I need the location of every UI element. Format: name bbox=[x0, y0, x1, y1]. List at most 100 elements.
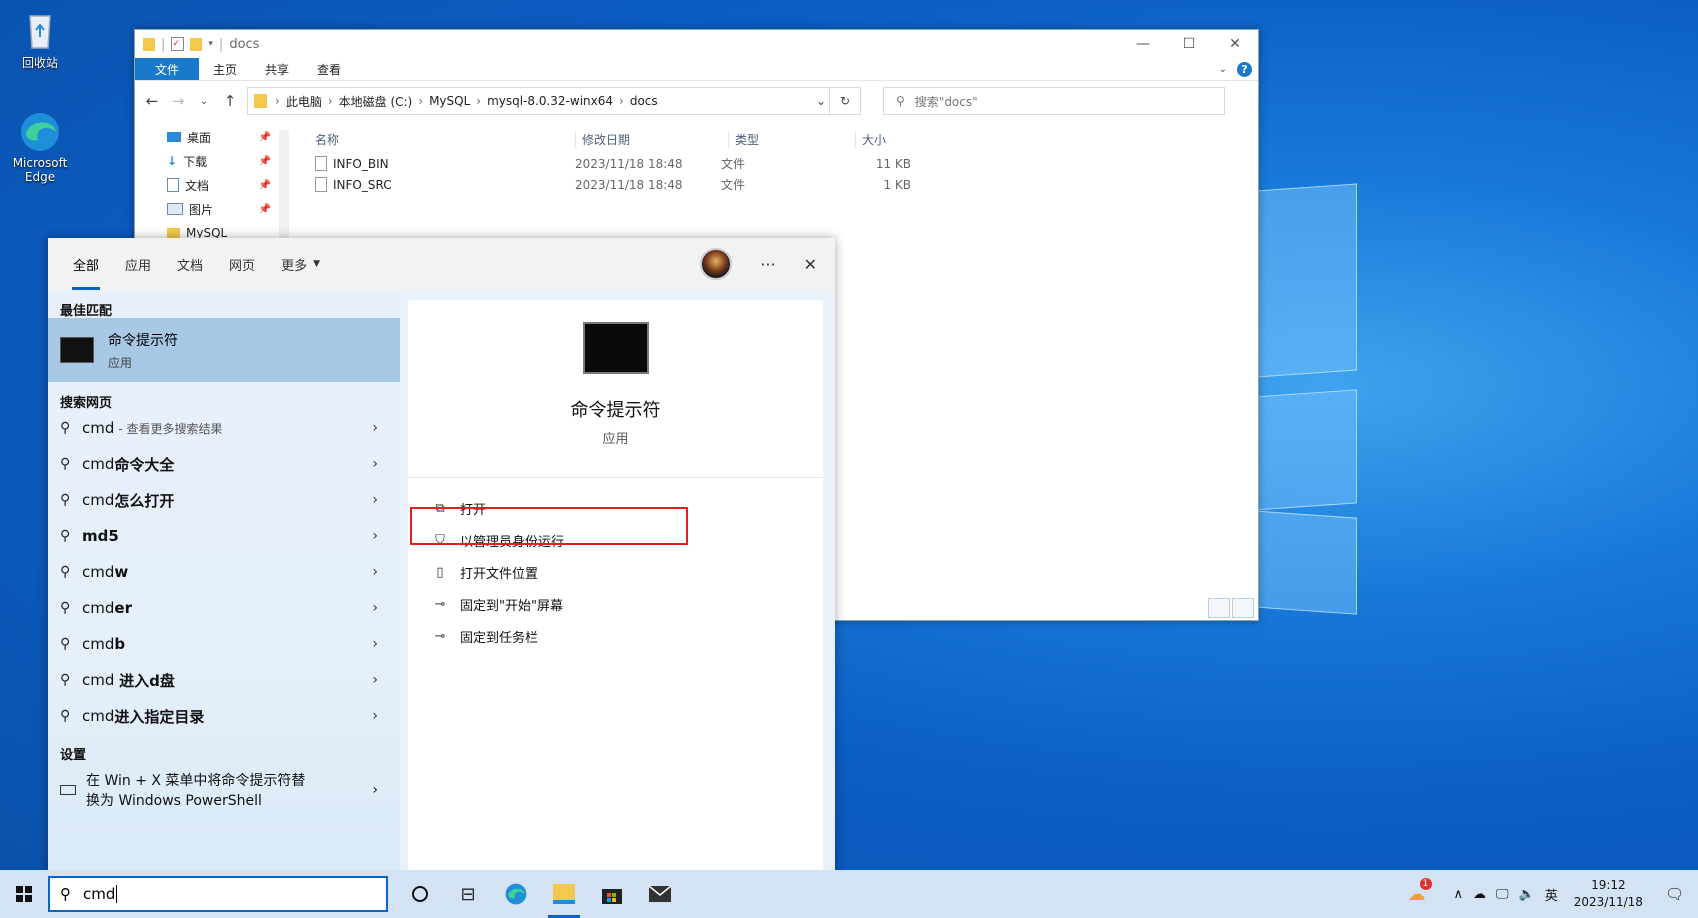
avatar[interactable] bbox=[700, 248, 733, 280]
web-result[interactable]: ⚲ cmd 进入d盘 › bbox=[48, 662, 400, 698]
column-name[interactable]: 名称 bbox=[299, 131, 575, 148]
file-name: INFO_BIN bbox=[333, 156, 389, 171]
address-dropdown-icon[interactable]: ⌄ bbox=[816, 94, 826, 108]
task-view-button[interactable]: ⊟ bbox=[444, 870, 492, 918]
ime-indicator[interactable]: 英 bbox=[1545, 885, 1558, 904]
column-type[interactable]: 类型 bbox=[728, 130, 855, 148]
taskbar-file-explorer[interactable] bbox=[540, 870, 588, 918]
cortana-button[interactable] bbox=[396, 870, 444, 918]
taskbar-store[interactable] bbox=[588, 870, 636, 918]
column-date[interactable]: 修改日期 bbox=[575, 130, 728, 148]
nav-item-documents[interactable]: 文档 📌 bbox=[135, 173, 285, 197]
address-bar[interactable]: › 此电脑 › 本地磁盘 (C:) › MySQL › mysql-8.0.32… bbox=[247, 87, 861, 115]
explorer-search-box[interactable]: ⚲ 搜索"docs" bbox=[883, 87, 1225, 115]
nav-scrollbar[interactable] bbox=[279, 130, 289, 250]
nav-label: 文档 bbox=[185, 178, 210, 193]
help-icon[interactable]: ? bbox=[1237, 61, 1252, 77]
best-match-item[interactable]: 命令提示符 应用 bbox=[48, 318, 400, 382]
ribbon-tabs: 文件 主页 共享 查看 ⌄ ? bbox=[135, 58, 1258, 81]
action-pin-to-taskbar[interactable]: ⊸ 固定到任务栏 bbox=[408, 620, 823, 652]
clock[interactable]: 19:12 2023/11/18 bbox=[1574, 877, 1643, 911]
chevron-up-icon[interactable]: ∧ bbox=[1454, 887, 1464, 902]
file-row[interactable]: INFO_SRC 2023/11/18 18:48 文件 1 KB bbox=[299, 174, 1019, 195]
tab-apps[interactable]: 应用 bbox=[112, 238, 164, 290]
expand-ribbon-icon[interactable]: ⌄ bbox=[1219, 64, 1227, 75]
tab-view[interactable]: 查看 bbox=[303, 58, 355, 80]
tab-documents[interactable]: 文档 bbox=[164, 238, 216, 290]
nav-item-desktop[interactable]: 桌面 📌 bbox=[135, 125, 285, 149]
onedrive-icon[interactable]: ☁ bbox=[1473, 887, 1486, 902]
close-icon[interactable]: ✕ bbox=[804, 255, 817, 274]
tab-more[interactable]: 更多 ▼ bbox=[268, 238, 333, 290]
tab-file[interactable]: 文件 bbox=[135, 58, 200, 80]
up-arrow-icon[interactable]: ↑ bbox=[221, 92, 239, 110]
web-result[interactable]: ⚲ cmd er › bbox=[48, 590, 400, 626]
separator: | bbox=[218, 36, 224, 52]
web-result[interactable]: ⚲ md5 › bbox=[48, 518, 400, 554]
download-icon: ↓ bbox=[167, 154, 178, 168]
settings-result[interactable]: 在 Win + X 菜单中将命令提示符替 换为 Windows PowerShe… bbox=[48, 762, 400, 818]
nav-item-pictures[interactable]: 图片 📌 bbox=[135, 197, 285, 221]
taskbar-edge[interactable] bbox=[492, 870, 540, 918]
network-icon[interactable]: 🖵 bbox=[1496, 887, 1509, 902]
breadcrumb-local-disk[interactable]: 本地磁盘 (C:) bbox=[335, 93, 417, 110]
file-date: 2023/11/18 18:48 bbox=[575, 177, 683, 192]
properties-icon[interactable]: ✓ bbox=[171, 37, 185, 51]
back-arrow-icon[interactable]: ← bbox=[143, 92, 161, 110]
refresh-icon[interactable]: ↻ bbox=[829, 88, 860, 114]
breadcrumb-mysql[interactable]: MySQL bbox=[425, 94, 474, 108]
result-bold: w bbox=[114, 563, 129, 581]
more-options-icon[interactable]: ··· bbox=[760, 255, 775, 274]
action-pin-to-start[interactable]: ⊸ 固定到"开始"屏幕 bbox=[408, 588, 823, 620]
tab-web[interactable]: 网页 bbox=[216, 238, 268, 290]
taskbar-mail[interactable] bbox=[636, 870, 684, 918]
search-icon: ⚲ bbox=[60, 456, 71, 472]
large-icons-view-button[interactable] bbox=[1232, 598, 1254, 618]
column-size[interactable]: 大小 bbox=[855, 130, 932, 148]
action-open-file-location[interactable]: ▯ 打开文件位置 bbox=[408, 556, 823, 588]
search-icon: ⚲ bbox=[896, 94, 905, 108]
forward-arrow-icon[interactable]: → bbox=[169, 92, 187, 110]
result-prefix: cmd bbox=[82, 419, 115, 437]
web-result[interactable]: ⚲ cmd b › bbox=[48, 626, 400, 662]
recycle-bin-desktop-icon[interactable]: 回收站 bbox=[0, 8, 80, 71]
chevron-right-icon: › bbox=[372, 492, 378, 508]
web-result[interactable]: ⚲ cmd w › bbox=[48, 554, 400, 590]
file-row[interactable]: INFO_BIN 2023/11/18 18:48 文件 11 KB bbox=[299, 153, 1019, 174]
windows-start-icon bbox=[16, 886, 32, 902]
start-button[interactable] bbox=[0, 870, 48, 918]
maximize-button[interactable]: ☐ bbox=[1166, 36, 1212, 52]
breadcrumb-docs[interactable]: docs bbox=[626, 94, 662, 108]
nav-item-downloads[interactable]: ↓ 下载 📌 bbox=[135, 149, 285, 173]
recent-locations-icon[interactable]: ⌄ bbox=[195, 96, 213, 107]
cortana-icon bbox=[412, 886, 428, 902]
customize-qa-icon[interactable]: ▾ bbox=[208, 39, 213, 49]
tab-home[interactable]: 主页 bbox=[199, 58, 251, 80]
file-explorer-icon bbox=[553, 884, 575, 904]
tab-all[interactable]: 全部 bbox=[60, 238, 112, 290]
edge-desktop-icon[interactable]: Microsoft Edge bbox=[0, 110, 80, 184]
result-prefix: cmd bbox=[82, 491, 115, 509]
new-folder-icon[interactable] bbox=[190, 37, 203, 51]
details-view-button[interactable] bbox=[1208, 598, 1230, 618]
file-date: 2023/11/18 18:48 bbox=[575, 156, 683, 171]
search-panel: 全部 应用 文档 网页 更多 ▼ ··· ✕ 最佳匹配 命令提示符 应用 搜索网页… bbox=[48, 238, 835, 878]
web-result[interactable]: ⚲ cmd 进入指定目录 › bbox=[48, 698, 400, 734]
tab-share[interactable]: 共享 bbox=[251, 58, 303, 80]
taskbar-search-input[interactable]: ⚲ cmd bbox=[48, 876, 388, 912]
search-icon: ⚲ bbox=[60, 564, 71, 580]
file-list-header: 名称 修改日期 类型 大小 bbox=[299, 125, 1019, 153]
web-result[interactable]: ⚲ cmd - 查看更多搜索结果 › bbox=[48, 410, 400, 446]
breadcrumb-mysql-version[interactable]: mysql-8.0.32-winx64 bbox=[483, 94, 617, 108]
result-prefix: cmd bbox=[82, 671, 120, 689]
settings-result-line2: 换为 Windows PowerShell bbox=[86, 793, 262, 809]
web-result[interactable]: ⚲ cmd 命令大全 › bbox=[48, 446, 400, 482]
volume-icon[interactable]: 🔈 bbox=[1519, 887, 1535, 902]
minimize-button[interactable]: — bbox=[1120, 36, 1166, 52]
breadcrumb-this-pc[interactable]: 此电脑 bbox=[282, 93, 326, 110]
web-result[interactable]: ⚲ cmd 怎么打开 › bbox=[48, 482, 400, 518]
weather-widget[interactable]: ☁ 1 bbox=[1408, 877, 1432, 905]
close-button[interactable]: ✕ bbox=[1212, 36, 1258, 52]
action-label: 固定到"开始"屏幕 bbox=[460, 598, 563, 614]
action-center-icon[interactable]: 🗨 bbox=[1665, 885, 1684, 903]
